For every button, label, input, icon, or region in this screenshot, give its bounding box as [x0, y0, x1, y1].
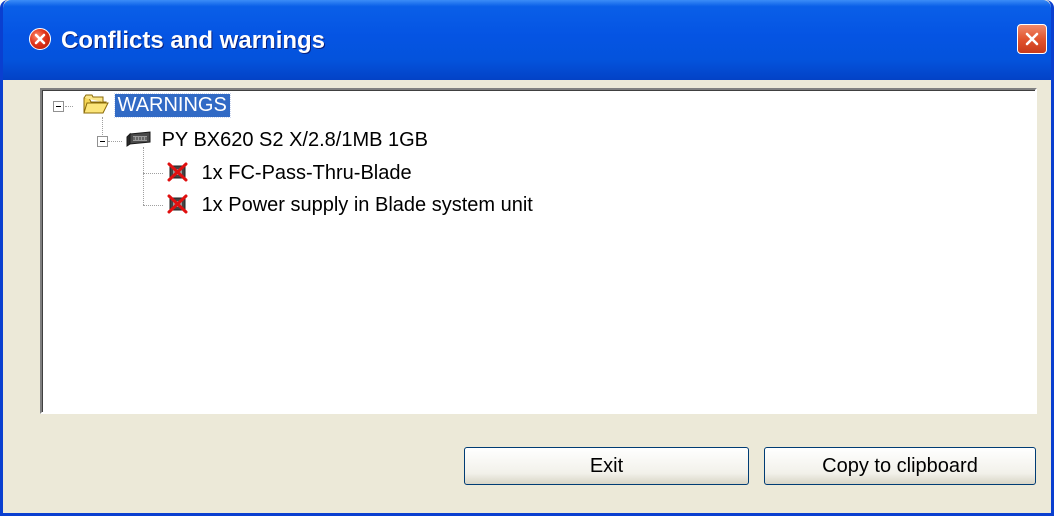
title-bar[interactable]: Conflicts and warnings	[3, 0, 1051, 80]
tree-connector	[143, 173, 163, 174]
tree-connector	[108, 141, 122, 142]
tree-connector	[65, 106, 73, 107]
tree-connector	[143, 147, 144, 205]
exit-button[interactable]: Exit	[464, 447, 749, 485]
collapse-toggle[interactable]	[53, 101, 64, 112]
tree-node-item[interactable]: 1x Power supply in Blade system unit	[166, 193, 533, 217]
tree-node-warnings[interactable]: WARNINGS	[83, 93, 231, 118]
error-icon	[29, 28, 51, 50]
tree-node-label: 1x Power supply in Blade system unit	[201, 194, 533, 216]
close-icon	[1025, 32, 1039, 46]
warnings-tree[interactable]: WARNINGS PY BX620 S2 X/2.8/1MB 1GB 1x FC…	[40, 88, 1037, 414]
close-button[interactable]	[1017, 24, 1047, 54]
conflict-error-icon	[167, 162, 188, 182]
tree-node-label: PY BX620 S2 X/2.8/1MB 1GB	[161, 129, 429, 151]
conflict-error-icon	[167, 194, 188, 214]
dialog-window: Conflicts and warnings WARNINGS PY BX620…	[0, 0, 1054, 516]
folder-open-icon	[83, 94, 109, 114]
tree-node-label: WARNINGS	[113, 93, 231, 118]
tree-node-item[interactable]: 1x FC-Pass-Thru-Blade	[166, 161, 412, 185]
tree-connector	[143, 205, 163, 206]
tree-node-device[interactable]: PY BX620 S2 X/2.8/1MB 1GB	[126, 129, 428, 152]
tree-node-label: 1x FC-Pass-Thru-Blade	[201, 162, 412, 184]
collapse-toggle[interactable]	[97, 136, 108, 147]
tree-connector	[102, 117, 103, 135]
window-title: Conflicts and warnings	[61, 27, 326, 54]
server-unit-icon	[126, 131, 151, 147]
copy-to-clipboard-button[interactable]: Copy to clipboard	[764, 447, 1036, 485]
